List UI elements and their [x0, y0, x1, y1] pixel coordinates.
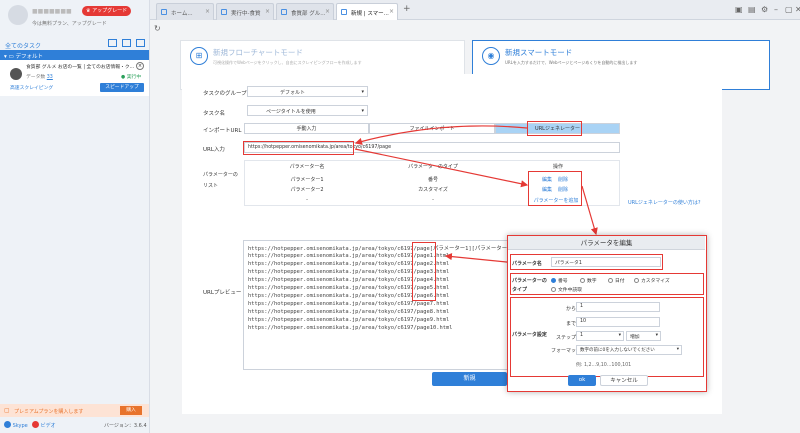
flow-mode-desc: 可視化操作でWebページをクリックし、自由にスクレイピングフローを作成します	[213, 60, 362, 65]
group-row[interactable]: ▾ ▭ デフォルト	[0, 50, 149, 60]
chevron-down-icon: ▾	[361, 108, 364, 114]
highlight-actions	[528, 171, 582, 206]
data-count: 33	[46, 75, 53, 80]
maximize-icon[interactable]: ▢	[785, 5, 793, 14]
sidebar: ■■■■■■■ ♛ アップグレード 今は無料プラン、アップグレード 全てのタスク…	[0, 0, 150, 433]
close-icon[interactable]: ×	[205, 8, 210, 15]
highlight-page-numbers	[412, 242, 436, 301]
buy-button[interactable]: 購入	[120, 406, 142, 415]
import-file-button[interactable]: ファイルインポート	[369, 123, 495, 134]
edit-parameter-dialog: パラメータを編集 パラメータ名 パラメータ1 パラメーターのタイプ 番号 数字 …	[507, 235, 707, 392]
format-example: 例: 1,2...9,10...100,101	[576, 363, 632, 368]
gear-icon[interactable]: ⚙	[761, 5, 768, 14]
table-row-name: パラメーター2	[290, 187, 324, 193]
close-icon[interactable]: ×	[136, 62, 144, 70]
table-row-type: カスタマイズ	[418, 187, 448, 193]
minimize-icon[interactable]: –	[774, 5, 778, 14]
group-select[interactable]: デフォルト ▾	[247, 86, 368, 97]
premium-banner[interactable]: ▢ プレミアムプランを購入します 購入	[0, 404, 149, 417]
new-folder-icon[interactable]	[108, 39, 117, 47]
page-icon	[281, 9, 287, 15]
dialog-title: パラメータを編集	[508, 236, 705, 250]
flow-mode-title: 新規フローチャートモード	[213, 48, 303, 57]
ok-button[interactable]: ok	[568, 375, 596, 386]
preview-line: https://hotpepper.omisenomikata.jp/area/…	[248, 246, 514, 252]
task-name: 食質部 グルメ お店の一覧 | 全てのお店情報・ク...	[26, 65, 135, 70]
table-row-type: 番号	[427, 177, 438, 183]
tab-new-smart[interactable]: 新規 | スマー... ×	[336, 3, 398, 20]
table-row-name: -	[306, 197, 308, 203]
create-button[interactable]: 新規	[432, 372, 507, 386]
page-icon	[341, 9, 347, 15]
plan-text[interactable]: 今は無料プラン、アップグレード	[32, 20, 107, 27]
chevron-down-icon: ▾	[361, 89, 364, 95]
premium-text: プレミアムプランを購入します	[14, 409, 84, 415]
crown-icon: ♛	[86, 8, 91, 14]
task-name-select[interactable]: ページタイトルを使用 ▾	[247, 105, 368, 116]
tab-task[interactable]: 食質部 グル... ×	[276, 3, 334, 20]
skype-icon	[4, 421, 11, 428]
user-name: ■■■■■■■	[32, 8, 72, 15]
layout-icon[interactable]: ▣	[735, 5, 743, 14]
cancel-button[interactable]: キャンセル	[600, 375, 648, 386]
preview-line: https://hotpepper.omisenomikata.jp/area/…	[248, 325, 453, 331]
speedup-button[interactable]: スピードアップ	[100, 83, 144, 92]
smart-mode-desc: URLを入力するだけで、Webページとページめくりを自動的に検出します	[505, 60, 638, 65]
video-icon	[32, 421, 39, 428]
name-label: タスク名	[203, 111, 226, 117]
page-icon	[221, 9, 227, 15]
tab-home[interactable]: ホーム... ×	[156, 3, 214, 20]
close-icon[interactable]: ×	[389, 8, 394, 15]
video-link[interactable]: ビデオ	[32, 421, 56, 429]
highlight-url	[243, 141, 354, 155]
format-select[interactable]: 数字の前に0を入力しないでください ▾	[576, 345, 682, 355]
preview-line: https://hotpepper.omisenomikata.jp/area/…	[248, 309, 450, 315]
chevron-down-icon: ▾	[676, 347, 679, 352]
task-item[interactable]: 食質部 グルメ お店の一覧 | 全てのお店情報・ク... × データ数 33 ●…	[0, 60, 149, 96]
skype-link[interactable]: Skype	[4, 421, 28, 429]
export-icon[interactable]	[136, 39, 145, 47]
table-row-type: -	[432, 197, 434, 203]
all-tasks-label: 全てのタスク	[5, 43, 42, 50]
robot-icon	[10, 68, 22, 80]
upgrade-badge[interactable]: ♛ アップグレード	[82, 6, 132, 16]
refresh-icon[interactable]: ↻	[154, 24, 161, 33]
data-count-label: データ数	[26, 75, 46, 80]
import-icon[interactable]	[122, 39, 131, 47]
preview-label: URLプレビュー	[203, 290, 242, 296]
generator-help-link[interactable]: URLジェネレーターの使い方は?	[628, 199, 701, 206]
tab-running[interactable]: 実行中-食質 ×	[216, 3, 274, 20]
group-label: タスクのグループ	[203, 91, 247, 97]
status-badge: ● 実行中	[121, 75, 142, 80]
gift-icon: ▢	[4, 407, 10, 414]
flowchart-icon: ⊞	[190, 47, 208, 65]
tab-bar: ホーム... × 実行中-食質 × 食質部 グル... × 新規 | スマー... × …	[150, 0, 800, 20]
preview-line: https://hotpepper.omisenomikata.jp/area/…	[248, 301, 450, 307]
close-icon[interactable]: ×	[265, 8, 270, 15]
gift-icon[interactable]: ▤	[748, 5, 756, 14]
import-manual-button[interactable]: 手動入力	[244, 123, 369, 134]
url-label: URL入力	[203, 147, 225, 153]
version-text: バージョン：3.6.4	[104, 423, 147, 429]
col-header-actions: 操作	[552, 164, 563, 170]
params-label: パラメーターのリスト	[203, 172, 238, 189]
close-window-icon[interactable]: ✕	[795, 5, 800, 14]
preview-line: https://hotpepper.omisenomikata.jp/area/…	[248, 317, 450, 323]
col-header-name: パラメーター名	[289, 164, 325, 170]
smart-icon: ◉	[482, 47, 500, 65]
col-header-type: パラメーターのタイプ	[408, 164, 458, 170]
table-row-name: パラメーター1	[290, 177, 324, 183]
import-label: インポートURL	[203, 128, 242, 134]
avatar[interactable]	[8, 5, 28, 25]
highlight-param-type	[510, 273, 704, 295]
speed-label: 高速スクレイピング	[10, 86, 54, 91]
smart-mode-title: 新規スマートモード	[505, 48, 573, 57]
new-tab-button[interactable]: +	[403, 4, 411, 14]
highlight-generator	[527, 121, 582, 136]
home-icon	[161, 9, 167, 15]
close-icon[interactable]: ×	[325, 8, 330, 15]
highlight-param-name	[510, 254, 663, 270]
